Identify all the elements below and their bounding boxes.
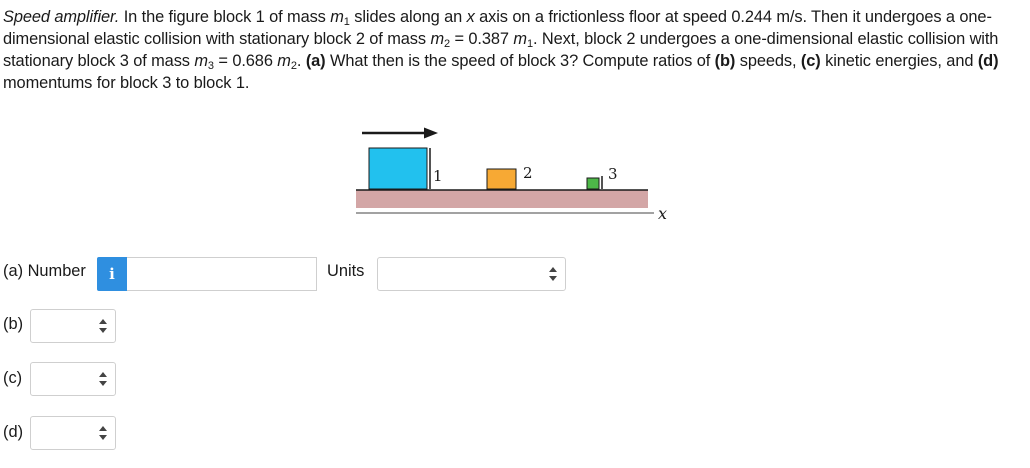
problem-text: What then is the speed of block 3? Compu… [325,52,715,70]
problem-text: = 0.387 [450,30,514,48]
part-d-label: (d) [3,423,24,441]
problem-text: . [296,52,306,70]
var-m: m [330,8,344,26]
part-b-select[interactable] [30,309,116,343]
number-input[interactable] [127,257,317,291]
part-b-label: (b) [3,315,24,333]
problem-text: slides along an [349,8,467,26]
velocity-arrow-head [424,127,438,139]
problem-text: In the figure block 1 of mass [119,8,331,26]
block-3-label: 3 [608,165,618,183]
info-button[interactable]: i [97,257,127,291]
part-a-marker: (a) [305,52,326,70]
part-c-marker: (c) [800,52,821,70]
collision-figure: 1 2 3 x [356,127,667,223]
var-x: x [466,8,475,26]
var-m: m [513,30,527,48]
block-2 [486,168,517,190]
units-label: Units [327,262,365,280]
select-arrows-icon [99,426,107,440]
problem-text: speeds, [735,52,801,70]
part-c-label: (c) [3,369,23,387]
block-3 [586,177,600,190]
block-1-label: 1 [433,167,443,185]
units-select[interactable] [377,257,566,291]
block-1 [368,147,428,190]
problem-title: Speed amplifier. [3,8,120,26]
part-d-select[interactable] [30,416,116,450]
part-b-marker: (b) [714,52,736,70]
part-c-select[interactable] [30,362,116,396]
problem-text: kinetic energies, and [820,52,978,70]
var-m: m [194,52,208,70]
part-d-marker: (d) [977,52,999,70]
problem-text: = 0.686 [213,52,278,70]
info-icon: i [109,265,115,283]
select-arrows-icon [99,319,107,333]
select-arrows-icon [99,372,107,386]
x-axis-label: x [658,204,667,223]
var-m: m [430,30,444,48]
block-2-label: 2 [523,164,533,182]
floor [356,190,648,208]
part-a-label: (a) Number [3,262,86,280]
problem-text: momentums for block 3 to block 1. [3,74,250,92]
var-m: m [277,52,291,70]
select-arrows-icon [549,267,557,281]
problem-statement: Speed amplifier. In the figure block 1 o… [3,6,1025,94]
